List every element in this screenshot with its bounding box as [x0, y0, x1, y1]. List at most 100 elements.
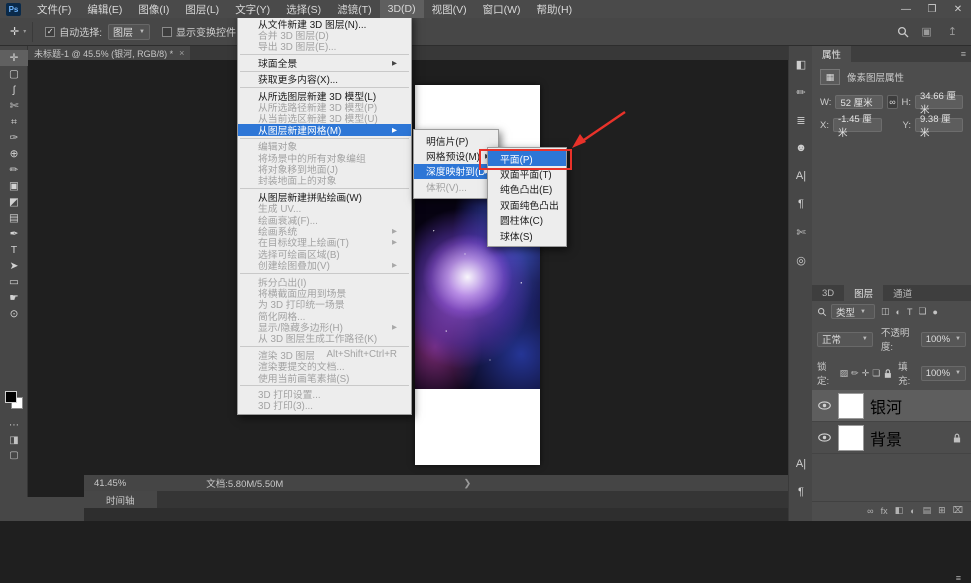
close-button[interactable]: ✕ — [945, 0, 971, 18]
paragraph-panel-icon[interactable]: ¶ — [789, 190, 813, 218]
foreground-color-swatch[interactable] — [5, 391, 17, 403]
blend-mode-dropdown[interactable]: 正常 ▼ — [817, 332, 873, 347]
width-field[interactable]: 52 厘米 — [835, 95, 883, 109]
brushes-panel-icon[interactable]: ≣ — [789, 106, 813, 134]
eraser-tool[interactable]: ◩ — [0, 194, 28, 210]
menu-select[interactable]: 选择(S) — [278, 0, 329, 18]
layer-name[interactable]: 背景 — [870, 426, 902, 450]
menu-layer[interactable]: 图层(L) — [177, 0, 227, 18]
visibility-eye-icon[interactable] — [818, 401, 831, 410]
y-field[interactable]: 9.38 厘米 — [915, 118, 963, 132]
show-transform-checkbox[interactable] — [162, 27, 172, 37]
pen-tool[interactable]: ✒ — [0, 226, 28, 242]
paragraph-styles-panel-icon[interactable]: ¶ — [789, 478, 813, 506]
opacity-dropdown[interactable]: 100% ▼ — [921, 332, 966, 347]
visibility-eye-icon[interactable] — [818, 433, 831, 442]
filter-smart-object-icon[interactable]: ● — [933, 307, 938, 317]
layer-thumbnail[interactable] — [838, 425, 864, 451]
item-solid-extrusion[interactable]: 纯色凸出(E) — [488, 182, 566, 197]
add-mask-icon[interactable]: ◧ — [895, 505, 904, 516]
type-tool[interactable]: T — [0, 242, 28, 258]
screen-mode-button[interactable]: ▢ — [0, 448, 28, 463]
item-two-sided-solid-extrusion[interactable]: 双面纯色凸出(X) — [488, 197, 566, 212]
character-styles-panel-icon[interactable]: A| — [789, 450, 813, 478]
item-cylinder[interactable]: 圆柱体(C) — [488, 213, 566, 228]
hand-tool[interactable]: ☛ — [0, 290, 28, 306]
layer-row-background[interactable]: 背景 — [812, 422, 971, 454]
healing-brush-tool[interactable]: ⊕ — [0, 146, 28, 162]
fill-dropdown[interactable]: 100% ▼ — [921, 366, 966, 381]
adjustments-panel-icon[interactable]: ◧ — [789, 50, 813, 78]
menu-view[interactable]: 视图(V) — [424, 0, 475, 18]
layer-thumbnail[interactable] — [838, 393, 864, 419]
menu-filter[interactable]: 滤镜(T) — [329, 0, 379, 18]
move-tool-icon[interactable]: ✛ — [6, 25, 23, 38]
brush-tool[interactable]: ✏ — [0, 162, 28, 178]
tool-presets-panel-icon[interactable]: ✄ — [789, 218, 813, 246]
crop-tool[interactable]: ⌗ — [0, 114, 28, 130]
layer-row-galaxy[interactable]: 银河 — [812, 390, 971, 422]
auto-select-checkbox[interactable]: ✓ — [45, 27, 55, 37]
item-spherical-panorama[interactable]: 球面全景▶ — [238, 57, 411, 68]
lock-all-icon[interactable] — [884, 368, 892, 379]
status-chevron-icon[interactable]: ❯ — [463, 478, 471, 489]
menu-help[interactable]: 帮助(H) — [529, 0, 581, 18]
tab-channels[interactable]: 通道 — [883, 285, 922, 301]
clone-stamp-tool[interactable]: ▣ — [0, 178, 28, 194]
item-postcard[interactable]: 明信片(P) — [414, 133, 498, 148]
panel-menu-icon[interactable]: ≡ — [956, 573, 961, 583]
lock-position-icon[interactable]: ✛ — [862, 368, 870, 379]
search-icon[interactable] — [897, 26, 909, 38]
filter-adjustment-icon[interactable]: ◐ — [896, 307, 901, 317]
restore-button[interactable]: ❒ — [919, 0, 945, 18]
quick-mask-button[interactable]: ◨ — [0, 433, 28, 448]
delete-layer-icon[interactable]: ⌧ — [953, 505, 963, 516]
close-tab-icon[interactable]: × — [179, 48, 184, 58]
gradient-tool[interactable]: ▤ — [0, 210, 28, 226]
zoom-tool[interactable]: ⊙ — [0, 306, 28, 322]
filter-type-icon[interactable]: T — [907, 307, 913, 317]
character-panel-icon[interactable]: A| — [789, 162, 813, 190]
edit-toolbar-button[interactable]: ⋯ — [0, 418, 28, 433]
clone-source-panel-icon[interactable]: ◎ — [789, 246, 813, 274]
layer-style-icon[interactable]: fx — [881, 506, 888, 516]
filter-pixel-icon[interactable]: ◫ — [881, 306, 890, 317]
brush-settings-panel-icon[interactable]: ✏ — [789, 78, 813, 106]
height-field[interactable]: 34.66 厘米 — [915, 95, 963, 109]
move-tool[interactable]: ✛ — [0, 50, 28, 66]
menu-image[interactable]: 图像(I) — [130, 0, 177, 18]
lock-artboard-icon[interactable]: ❏ — [872, 368, 880, 379]
shape-tool[interactable]: ▭ — [0, 274, 28, 290]
x-field[interactable]: -1.45 厘米 — [833, 118, 882, 132]
share-icon[interactable]: ↥ — [944, 25, 961, 38]
tab-layers[interactable]: 图层 — [844, 285, 883, 301]
tool-preset-caret-icon[interactable]: ▾ — [23, 28, 26, 35]
new-group-icon[interactable]: ▤ — [923, 505, 932, 516]
menu-edit[interactable]: 编辑(E) — [79, 0, 130, 18]
lasso-tool[interactable]: ʃ — [0, 82, 28, 98]
filter-shape-icon[interactable]: ❏ — [918, 306, 926, 317]
timeline-tab[interactable]: 时间轴 — [84, 491, 157, 508]
zoom-level-field[interactable]: 41.45% — [84, 478, 136, 489]
item-sphere[interactable]: 球体(S) — [488, 228, 566, 243]
workspace-switcher-icon[interactable]: ▣ — [917, 25, 935, 38]
tab-3d[interactable]: 3D — [812, 285, 844, 301]
item-get-more-content[interactable]: 获取更多内容(X)... — [238, 74, 411, 85]
eyedropper-tool[interactable]: ✑ — [0, 130, 28, 146]
lock-pixels-icon[interactable]: ✏ — [851, 368, 859, 379]
lock-transparent-icon[interactable]: ▨ — [840, 368, 849, 379]
auto-select-dropdown[interactable]: 图层 ▼ — [108, 24, 150, 40]
menu-file[interactable]: 文件(F) — [29, 0, 79, 18]
tab-properties[interactable]: 属性 — [812, 46, 851, 62]
layer-name[interactable]: 银河 — [870, 394, 902, 418]
adjustment-layer-icon[interactable]: ◐ — [910, 506, 915, 516]
filter-type-dropdown[interactable]: 类型 ▼ — [831, 304, 875, 319]
link-dimensions-icon[interactable]: ∞ — [887, 95, 897, 109]
libraries-panel-icon[interactable]: ☻ — [789, 134, 813, 162]
quick-selection-tool[interactable]: ✄ — [0, 98, 28, 114]
menu-window[interactable]: 窗口(W) — [475, 0, 529, 18]
panel-menu-icon[interactable]: ≡ — [961, 49, 966, 59]
menu-type[interactable]: 文字(Y) — [227, 0, 278, 18]
path-select-tool[interactable]: ➤ — [0, 258, 28, 274]
document-tab[interactable]: 未标题-1 @ 45.5% (银河, RGB/8) * × — [28, 46, 190, 60]
